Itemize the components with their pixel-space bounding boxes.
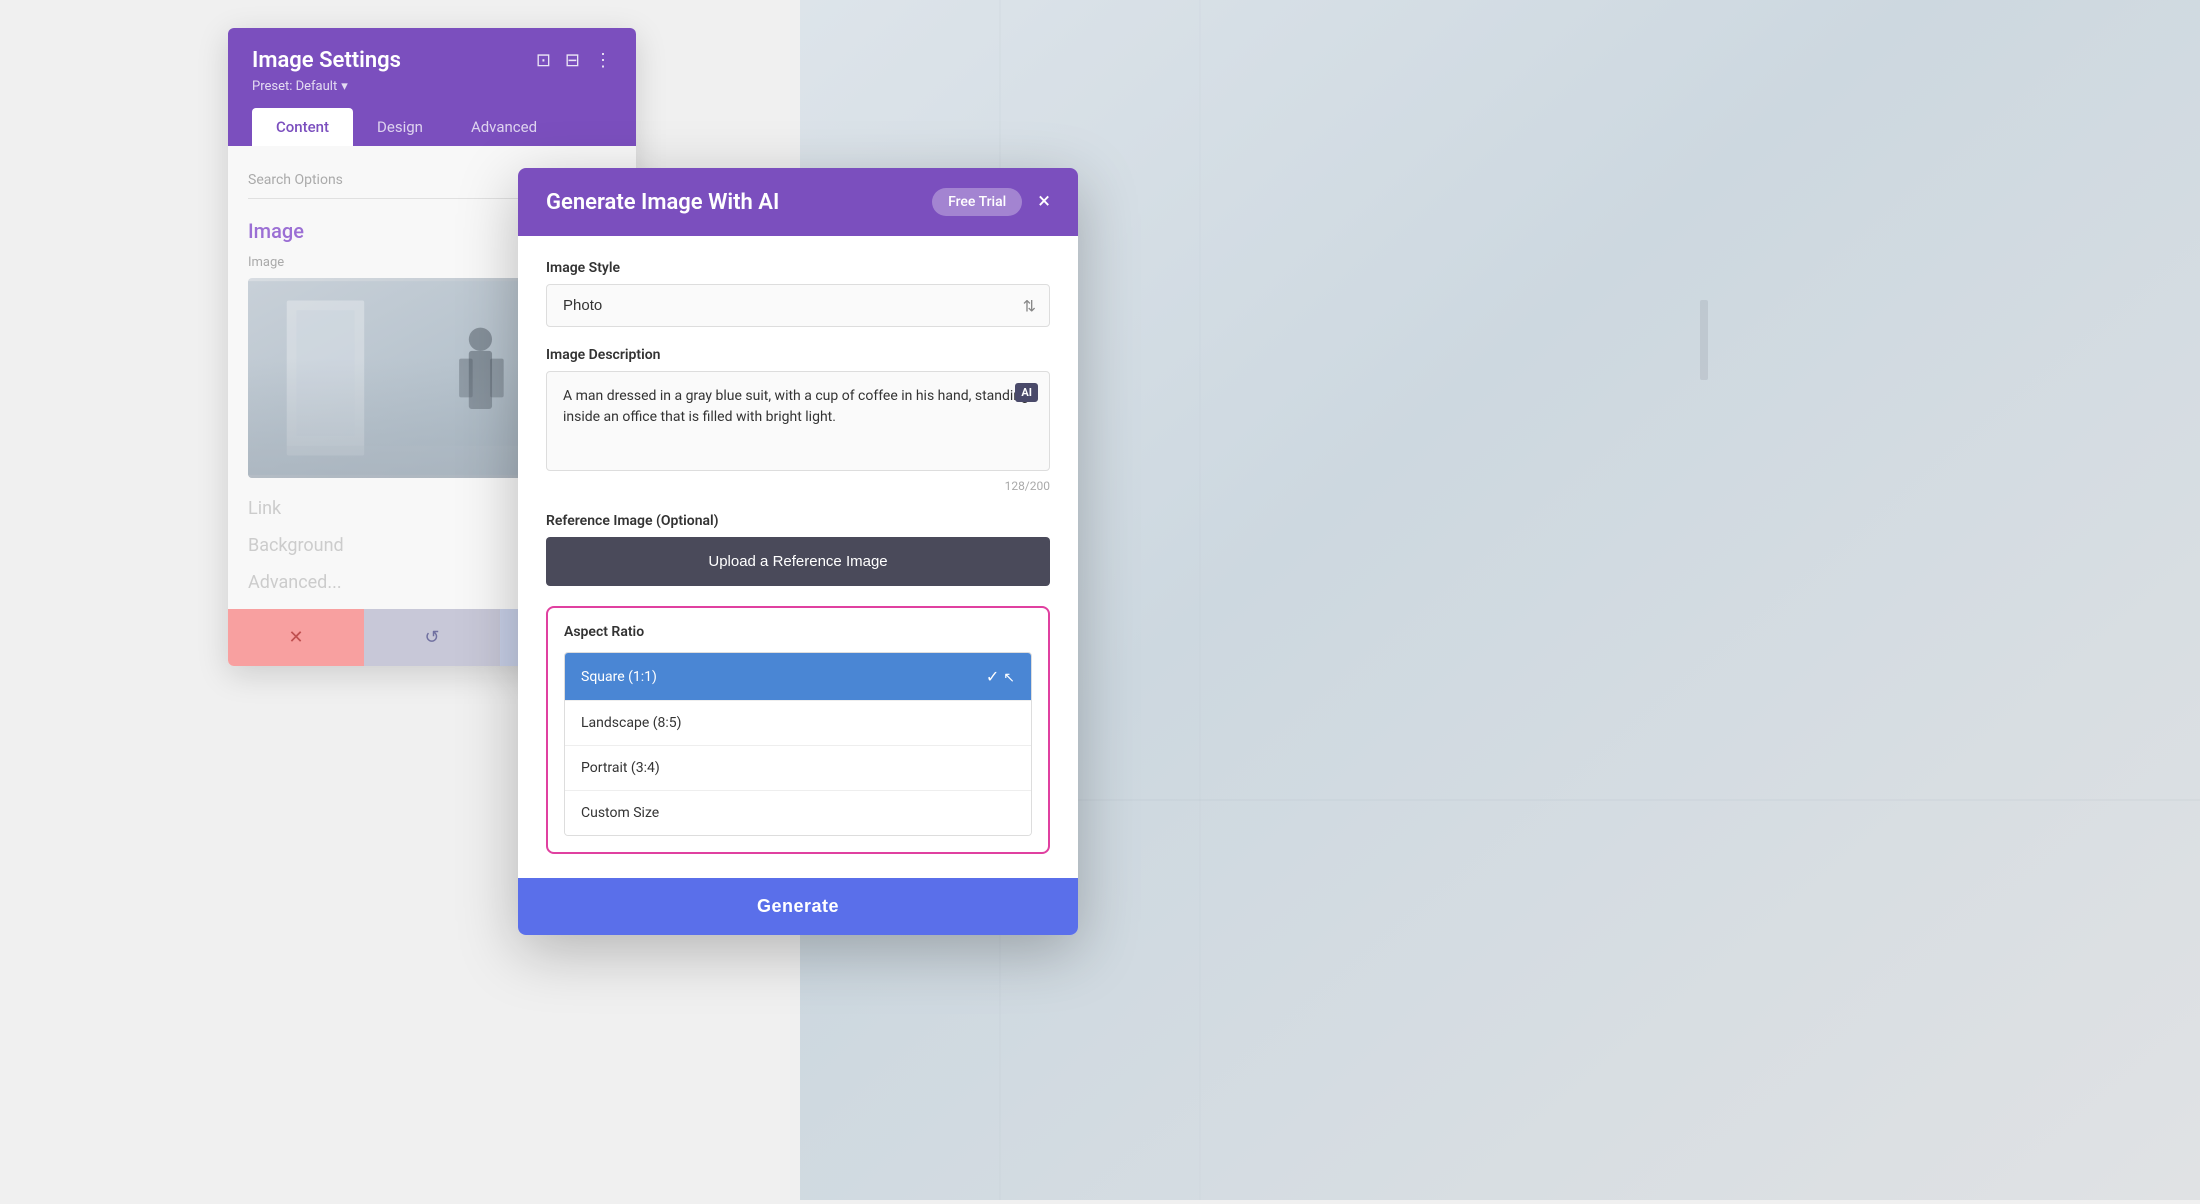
- aspect-ratio-dropdown: Square (1:1) ✓↖ Landscape (8:5) Portrait…: [564, 652, 1032, 836]
- tab-content[interactable]: Content: [252, 108, 353, 146]
- aspect-ratio-option-portrait[interactable]: Portrait (3:4): [565, 746, 1031, 791]
- modal-close-button[interactable]: ×: [1038, 191, 1050, 213]
- aspect-ratio-label: Aspect Ratio: [564, 624, 1032, 640]
- search-placeholder: Search Options: [248, 172, 343, 188]
- panel-header: Image Settings ⊡ ⊟ ⋮ Preset: Default ▾ C…: [228, 28, 636, 146]
- char-count: 128/200: [546, 479, 1050, 493]
- cancel-icon: ✕: [288, 627, 303, 648]
- upload-reference-button[interactable]: Upload a Reference Image: [546, 537, 1050, 586]
- image-style-label: Image Style: [546, 260, 1050, 276]
- cancel-button[interactable]: ✕: [228, 609, 364, 666]
- textarea-wrapper: AI: [546, 371, 1050, 475]
- cursor-icon: ↖: [1003, 670, 1015, 686]
- option-landscape-label: Landscape (8:5): [581, 715, 682, 731]
- aspect-ratio-option-square[interactable]: Square (1:1) ✓↖: [565, 653, 1031, 701]
- undo-icon: ↺: [424, 627, 439, 648]
- reference-image-label: Reference Image (Optional): [546, 513, 1050, 529]
- ai-badge: AI: [1015, 383, 1038, 402]
- image-description-textarea[interactable]: [546, 371, 1050, 471]
- option-portrait-label: Portrait (3:4): [581, 760, 660, 776]
- panel-preset[interactable]: Preset: Default ▾: [252, 79, 612, 94]
- columns-icon[interactable]: ⊟: [565, 50, 580, 71]
- more-icon[interactable]: ⋮: [594, 50, 612, 71]
- generate-button[interactable]: Generate: [518, 878, 1078, 935]
- panel-header-icons: ⊡ ⊟ ⋮: [536, 50, 612, 71]
- aspect-ratio-option-landscape[interactable]: Landscape (8:5): [565, 701, 1031, 746]
- panel-header-top: Image Settings ⊡ ⊟ ⋮: [252, 48, 612, 73]
- option-square-label: Square (1:1): [581, 669, 657, 685]
- selected-checkmark: ✓↖: [986, 667, 1015, 686]
- image-style-select-wrapper: Photo ⇅: [546, 284, 1050, 327]
- image-style-group: Image Style Photo ⇅: [546, 260, 1050, 327]
- image-description-group: Image Description AI 128/200: [546, 347, 1050, 493]
- option-custom-label: Custom Size: [581, 805, 659, 821]
- modal-title: Generate Image With AI: [546, 190, 779, 215]
- panel-title: Image Settings: [252, 48, 401, 73]
- aspect-ratio-section: Aspect Ratio Square (1:1) ✓↖ Landscape (…: [546, 606, 1050, 854]
- modal-header: Generate Image With AI Free Trial ×: [518, 168, 1078, 236]
- image-description-label: Image Description: [546, 347, 1050, 363]
- image-style-select[interactable]: Photo: [546, 284, 1050, 327]
- screen-icon[interactable]: ⊡: [536, 50, 551, 71]
- tab-advanced[interactable]: Advanced: [447, 108, 561, 146]
- generate-image-modal: Generate Image With AI Free Trial × Imag…: [518, 168, 1078, 935]
- undo-button[interactable]: ↺: [364, 609, 500, 666]
- tab-design[interactable]: Design: [353, 108, 447, 146]
- free-trial-badge[interactable]: Free Trial: [932, 188, 1022, 216]
- panel-tabs: Content Design Advanced: [252, 108, 612, 146]
- modal-header-right: Free Trial ×: [932, 188, 1050, 216]
- modal-body: Image Style Photo ⇅ Image Description AI…: [518, 236, 1078, 878]
- reference-image-group: Reference Image (Optional) Upload a Refe…: [546, 513, 1050, 586]
- aspect-ratio-option-custom[interactable]: Custom Size: [565, 791, 1031, 835]
